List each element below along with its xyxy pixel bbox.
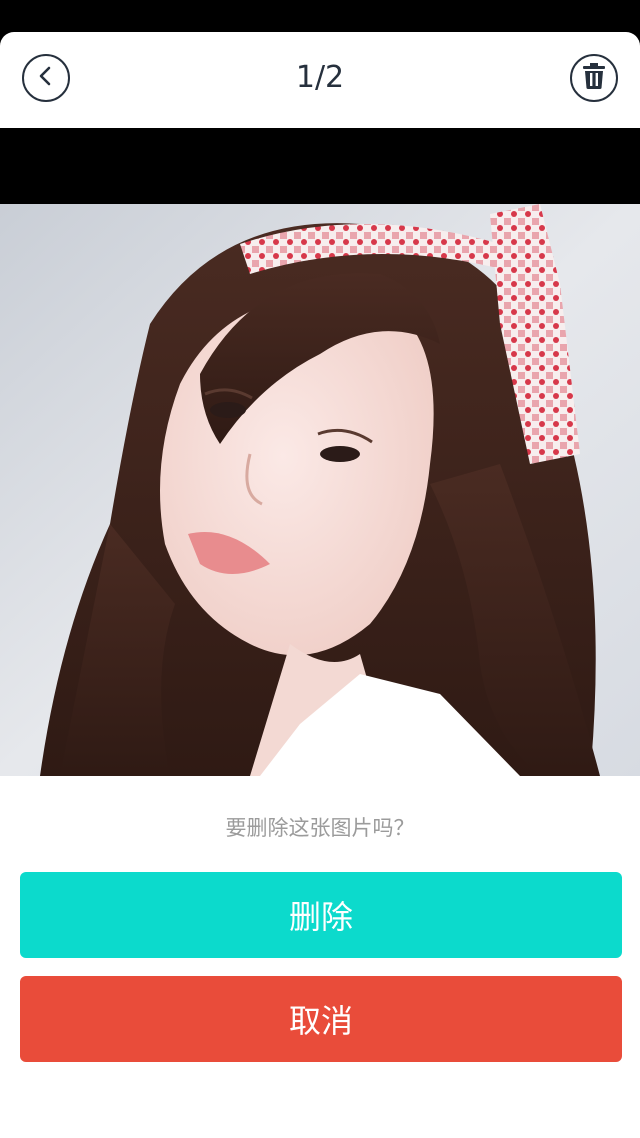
delete-icon-button[interactable] [570, 54, 618, 102]
page-counter: 1/2 [295, 60, 345, 95]
cancel-button[interactable]: 取消 [20, 976, 622, 1062]
delete-button[interactable]: 删除 [20, 872, 622, 958]
top-bar: 1/2 [0, 32, 640, 128]
delete-confirm-sheet: 要删除这张图片吗？ 删除 取消 [0, 776, 640, 1138]
trash-icon [581, 62, 607, 94]
confirm-prompt: 要删除这张图片吗？ [225, 816, 415, 840]
portrait-photo [0, 204, 640, 776]
